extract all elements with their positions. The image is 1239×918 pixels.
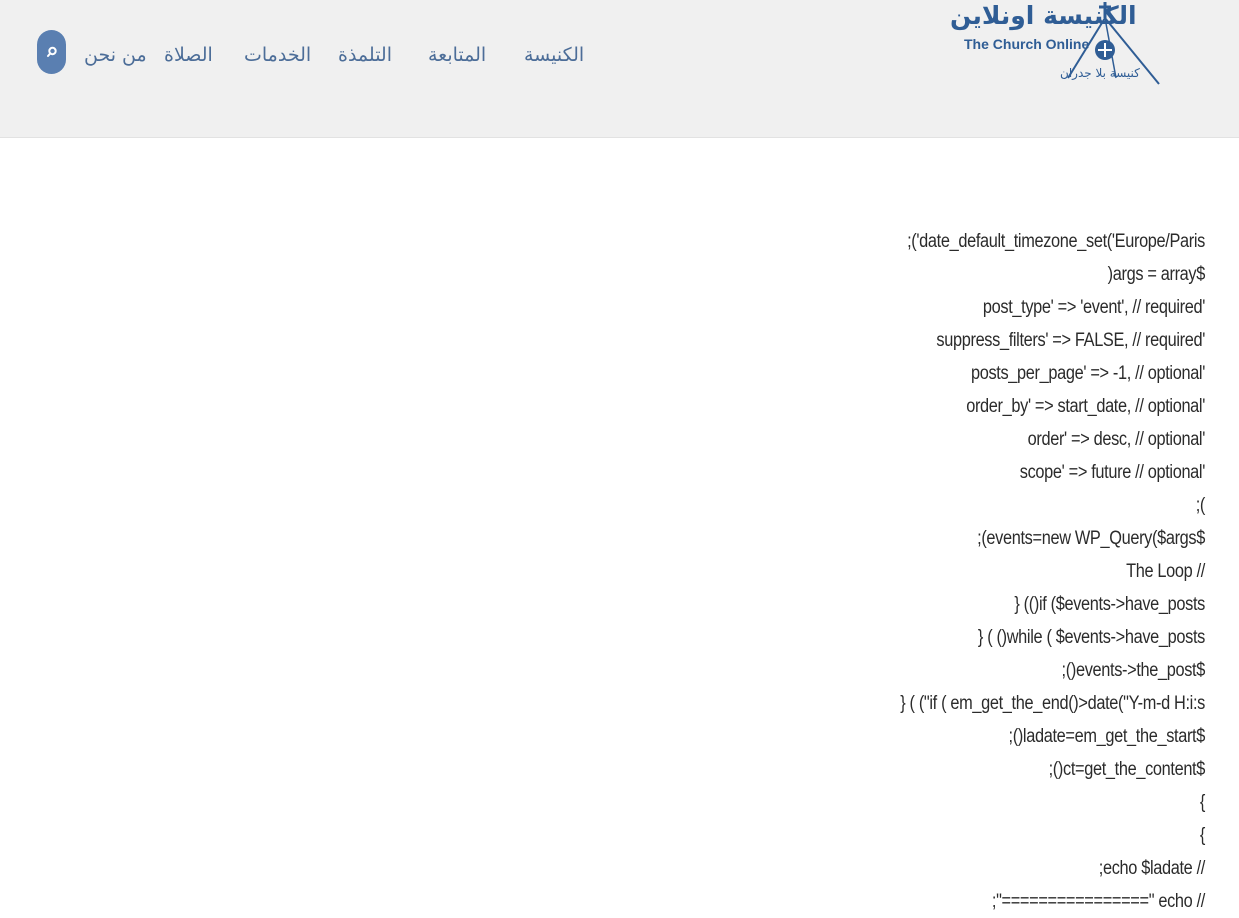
code-line: )args = array$: [1107, 264, 1206, 285]
code-line: ;()ladate=em_get_the_start$: [1008, 726, 1206, 747]
code-line: {: [1199, 825, 1205, 846]
code-line: ;(events=new WP_Query($args$: [977, 528, 1205, 549]
nav-item-follow-up[interactable]: المتابعة: [428, 44, 486, 66]
code-line: The Loop //: [1126, 561, 1205, 582]
site-header: من نحن الصلاة الخدمات التلمذة المتابعة ا…: [0, 0, 1239, 138]
code-line: order_by' => start_date, // optional': [966, 396, 1205, 417]
code-line: } (()if ($events->have_posts: [1014, 594, 1205, 615]
code-line: {: [1199, 792, 1205, 813]
logo-english-title: The Church Online: [964, 36, 1090, 52]
code-line: order' => desc, // optional': [1027, 429, 1206, 450]
code-line: ;"================" echo //: [991, 891, 1205, 912]
code-line: ;()ct=get_the_content$: [1048, 759, 1206, 780]
nav-item-prayer[interactable]: الصلاة: [164, 44, 213, 66]
code-line: ;('date_default_timezone_set('Europe/Par…: [907, 231, 1205, 252]
code-line: post_type' => 'event', // required': [982, 297, 1205, 318]
code-line: } ( ("if ( em_get_the_end()>date("Y-m-d …: [900, 693, 1205, 714]
nav-item-about-us[interactable]: من نحن: [84, 44, 147, 66]
code-line: posts_per_page' => -1, // optional': [970, 363, 1205, 384]
logo-arabic-title: الكنيسة اونلاين: [950, 1, 1137, 30]
search-icon: [46, 46, 57, 57]
code-line: ;echo $ladate //: [1098, 858, 1206, 879]
code-line: suppress_filters' => FALSE, // required': [936, 330, 1205, 351]
search-button[interactable]: [37, 30, 66, 74]
nav-item-services[interactable]: الخدمات: [244, 44, 311, 66]
nav-item-church[interactable]: الكنيسة: [524, 44, 584, 66]
code-line: } ( ()while ( $events->have_posts: [977, 627, 1205, 648]
code-line: ;()events->the_post$: [1061, 660, 1206, 681]
code-line: scope' => future // optional': [1019, 462, 1206, 483]
post-content: ;('date_default_timezone_set('Europe/Par…: [445, 225, 1205, 918]
site-logo[interactable]: الكنيسة اونلاين The Church Online كنيسة …: [948, 0, 1162, 92]
logo-tagline: كنيسة بلا جدران: [1060, 66, 1140, 80]
nav-item-discipleship[interactable]: التلمذة: [338, 44, 392, 66]
code-line: ;(: [1195, 495, 1206, 516]
